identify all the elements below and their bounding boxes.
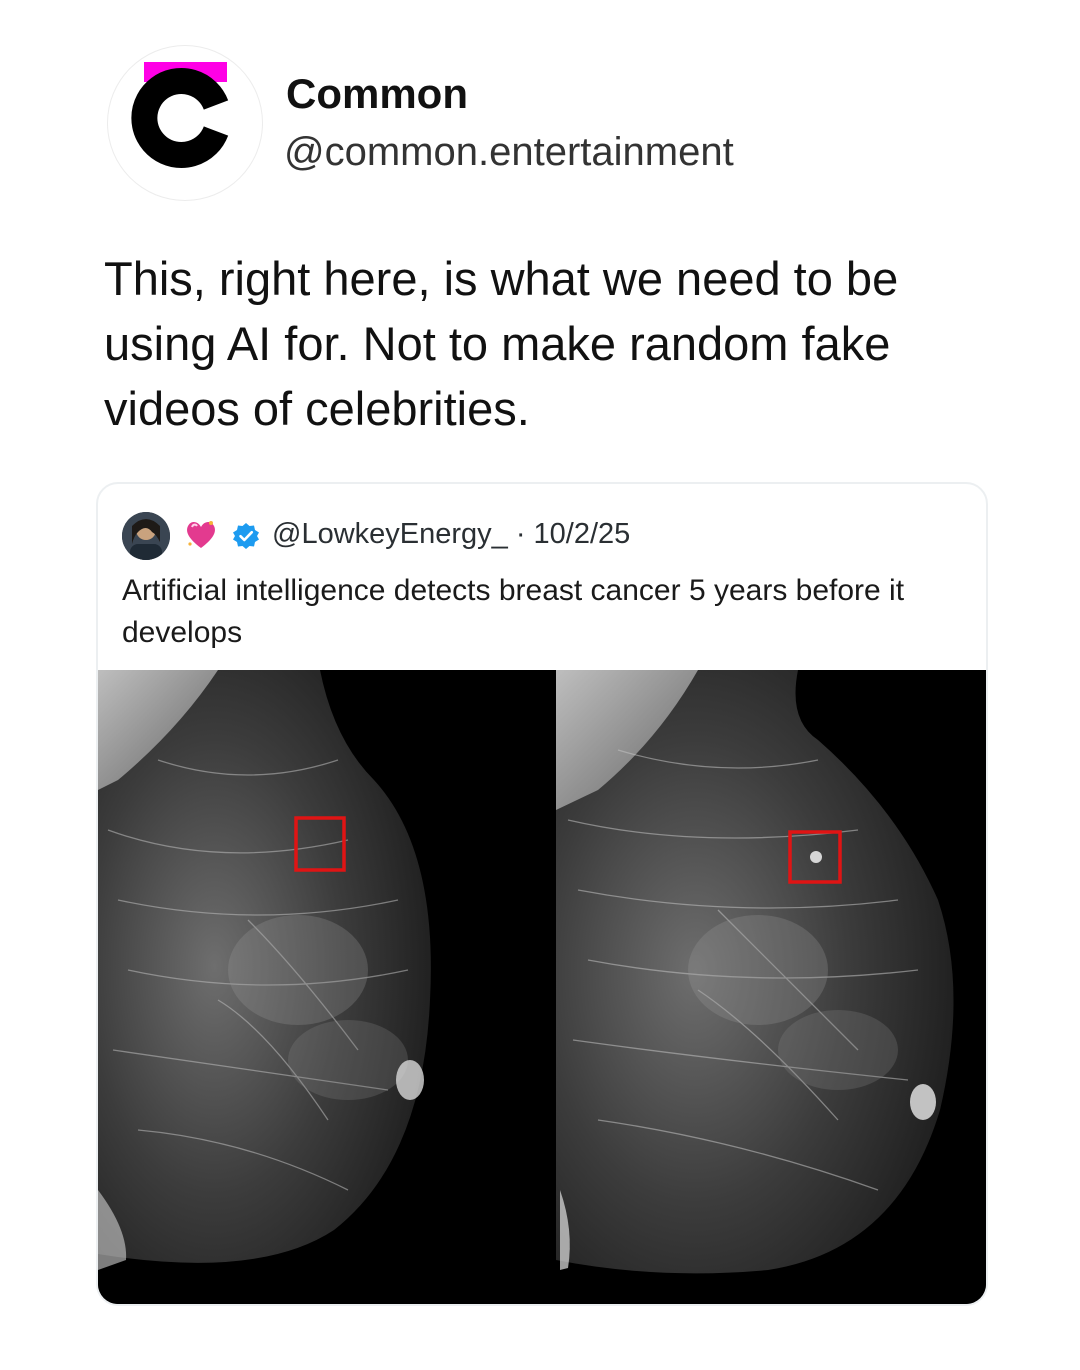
author-handle[interactable]: @common.entertainment	[284, 130, 734, 175]
user-avatar-photo	[122, 512, 170, 560]
quoted-author-avatar[interactable]	[122, 512, 170, 560]
post-text: This, right here, is what we need to be …	[104, 252, 899, 435]
mammogram-right	[556, 670, 986, 1304]
heart-emoji-icon	[187, 521, 215, 548]
mammogram-left	[98, 670, 542, 1304]
quoted-post-meta[interactable]: @LowkeyEnergy_ · 10/2/25	[272, 518, 630, 551]
common-logo-icon	[131, 62, 229, 168]
quoted-post-text: Artificial intelligence detects breast c…	[122, 574, 905, 649]
verified-badge-icon	[233, 523, 259, 549]
author-display-name[interactable]: Common	[286, 70, 468, 118]
mammogram-images[interactable]	[98, 670, 986, 1304]
quoted-post-card[interactable]: @LowkeyEnergy_ · 10/2/25 Artificial inte…	[96, 482, 988, 1306]
profile-avatar[interactable]	[108, 46, 262, 200]
lesion-spot	[810, 851, 822, 863]
